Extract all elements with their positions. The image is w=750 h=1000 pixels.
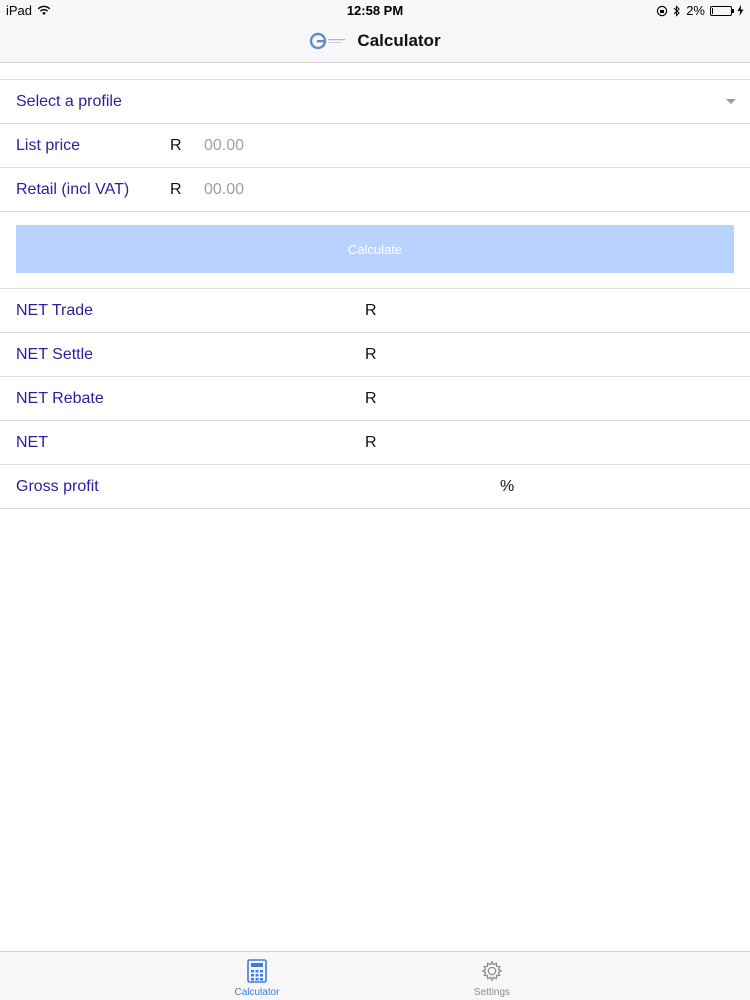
tab-calculator-label: Calculator	[234, 987, 280, 998]
tab-settings[interactable]: Settings	[432, 952, 552, 1000]
retail-label: Retail (incl VAT)	[16, 180, 130, 198]
net-trade-unit: R	[365, 301, 377, 319]
profile-selector[interactable]: Select a profile	[0, 79, 750, 123]
calculate-section: Calculate	[0, 210, 750, 289]
status-right: 2%	[656, 3, 744, 18]
tab-calculator[interactable]: Calculator	[197, 952, 317, 1000]
net-settle-label: NET Settle	[16, 345, 94, 363]
gross-profit-label: Gross profit	[16, 477, 99, 495]
status-time: 12:58 PM	[346, 3, 404, 18]
net-unit: R	[365, 433, 377, 451]
result-row-net: NET R	[0, 420, 750, 464]
net-label: NET	[16, 433, 48, 451]
results-list: NET Trade R NET Settle R NET Rebate R NE…	[0, 288, 750, 509]
status-bar: iPad 12:58 PM 2%	[0, 0, 750, 20]
list-price-currency: R	[170, 136, 182, 154]
gross-profit-unit: %	[500, 477, 515, 495]
result-row-gross-profit: Gross profit %	[0, 464, 750, 508]
calculate-button[interactable]: Calculate	[16, 225, 734, 273]
rotation-lock-icon	[657, 5, 668, 16]
calculator-icon	[247, 959, 267, 983]
chevron-down-icon	[726, 99, 736, 104]
result-row-net-trade: NET Trade R	[0, 288, 750, 332]
net-trade-label: NET Trade	[16, 301, 94, 319]
page-title: Calculator	[357, 31, 441, 50]
tab-bar: Calculator Settings	[0, 951, 750, 1000]
battery-percent: 2%	[686, 3, 705, 18]
tab-settings-label: Settings	[473, 987, 511, 998]
app-logo-icon	[310, 32, 346, 50]
result-row-net-rebate: NET Rebate R	[0, 376, 750, 420]
list-price-input[interactable]	[204, 136, 504, 155]
battery-icon	[710, 5, 734, 16]
profile-selector-label: Select a profile	[16, 92, 122, 110]
retail-input[interactable]	[204, 180, 504, 199]
input-form: Select a profile List price R Retail (in…	[0, 79, 750, 212]
retail-row: Retail (incl VAT) R	[0, 167, 750, 211]
gear-icon	[481, 960, 503, 982]
bluetooth-icon	[673, 4, 680, 17]
retail-currency: R	[170, 180, 182, 198]
list-price-row: List price R	[0, 123, 750, 167]
navigation-bar: Calculator	[0, 20, 750, 63]
charging-icon	[737, 5, 744, 16]
divider	[0, 508, 750, 509]
list-price-label: List price	[16, 136, 81, 154]
result-row-net-settle: NET Settle R	[0, 332, 750, 376]
net-rebate-unit: R	[365, 389, 377, 407]
net-rebate-label: NET Rebate	[16, 389, 104, 407]
net-settle-unit: R	[365, 345, 377, 363]
